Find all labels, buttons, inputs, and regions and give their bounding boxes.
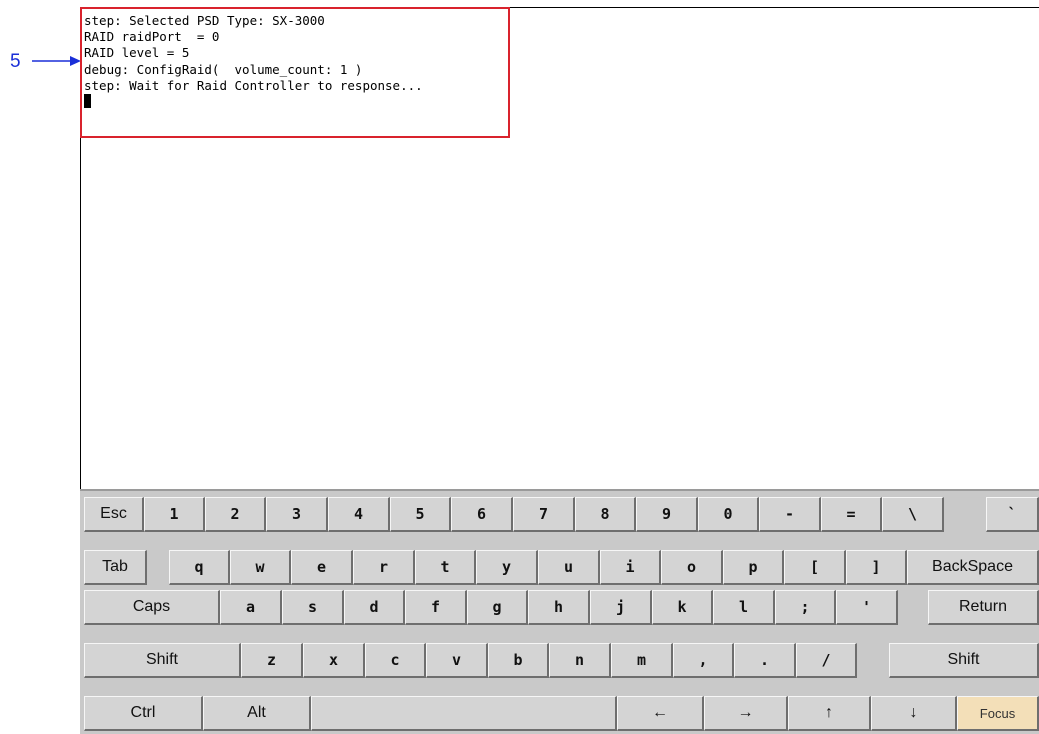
key-backslash[interactable]: \ <box>882 497 944 532</box>
key-w[interactable]: w <box>230 550 291 585</box>
highlight-box <box>80 7 510 138</box>
key-6[interactable]: 6 <box>451 497 513 532</box>
key-slash[interactable]: / <box>796 643 857 678</box>
key-y[interactable]: y <box>476 550 538 585</box>
key-a[interactable]: a <box>220 590 282 625</box>
key-focus[interactable]: Focus <box>957 696 1039 731</box>
key-e[interactable]: e <box>291 550 353 585</box>
key-return[interactable]: Return <box>928 590 1039 625</box>
key-tab[interactable]: Tab <box>84 550 147 585</box>
callout-arrow-icon <box>32 56 81 66</box>
key-down-arrow[interactable]: ↓ <box>871 696 957 731</box>
key-3[interactable]: 3 <box>266 497 328 532</box>
key-minus[interactable]: - <box>759 497 821 532</box>
key-apostrophe[interactable]: ' <box>836 590 898 625</box>
key-g[interactable]: g <box>467 590 528 625</box>
key-shift-right[interactable]: Shift <box>889 643 1039 678</box>
key-8[interactable]: 8 <box>575 497 636 532</box>
key-caps[interactable]: Caps <box>84 590 220 625</box>
key-open-bracket[interactable]: [ <box>784 550 846 585</box>
key-c[interactable]: c <box>365 643 426 678</box>
key-right-arrow[interactable]: → <box>704 696 788 731</box>
key-m[interactable]: m <box>611 643 673 678</box>
on-screen-keyboard: Esc 1 2 3 4 5 6 7 8 9 0 - = \ ` Tab q w … <box>80 489 1039 734</box>
key-up-arrow[interactable]: ↑ <box>788 696 871 731</box>
key-u[interactable]: u <box>538 550 600 585</box>
key-close-bracket[interactable]: ] <box>846 550 907 585</box>
key-space[interactable] <box>311 696 617 731</box>
key-l[interactable]: l <box>713 590 775 625</box>
key-n[interactable]: n <box>549 643 611 678</box>
key-5[interactable]: 5 <box>390 497 451 532</box>
key-shift-left[interactable]: Shift <box>84 643 241 678</box>
key-2[interactable]: 2 <box>205 497 266 532</box>
key-comma[interactable]: , <box>673 643 734 678</box>
key-left-arrow[interactable]: ← <box>617 696 704 731</box>
key-z[interactable]: z <box>241 643 303 678</box>
key-ctrl[interactable]: Ctrl <box>84 696 203 731</box>
key-f[interactable]: f <box>405 590 467 625</box>
key-v[interactable]: v <box>426 643 488 678</box>
key-period[interactable]: . <box>734 643 796 678</box>
key-t[interactable]: t <box>415 550 476 585</box>
key-j[interactable]: j <box>590 590 652 625</box>
key-semicolon[interactable]: ; <box>775 590 836 625</box>
key-k[interactable]: k <box>652 590 713 625</box>
key-r[interactable]: r <box>353 550 415 585</box>
key-0[interactable]: 0 <box>698 497 759 532</box>
key-q[interactable]: q <box>169 550 230 585</box>
key-p[interactable]: p <box>723 550 784 585</box>
key-1[interactable]: 1 <box>144 497 205 532</box>
key-esc[interactable]: Esc <box>84 497 144 532</box>
key-h[interactable]: h <box>528 590 590 625</box>
key-s[interactable]: s <box>282 590 344 625</box>
key-7[interactable]: 7 <box>513 497 575 532</box>
key-9[interactable]: 9 <box>636 497 698 532</box>
key-backspace[interactable]: BackSpace <box>907 550 1039 585</box>
key-equals[interactable]: = <box>821 497 882 532</box>
key-o[interactable]: o <box>661 550 723 585</box>
key-4[interactable]: 4 <box>328 497 390 532</box>
key-alt[interactable]: Alt <box>203 696 311 731</box>
key-b[interactable]: b <box>488 643 549 678</box>
key-d[interactable]: d <box>344 590 405 625</box>
key-i[interactable]: i <box>600 550 661 585</box>
key-backtick[interactable]: ` <box>986 497 1039 532</box>
key-x[interactable]: x <box>303 643 365 678</box>
